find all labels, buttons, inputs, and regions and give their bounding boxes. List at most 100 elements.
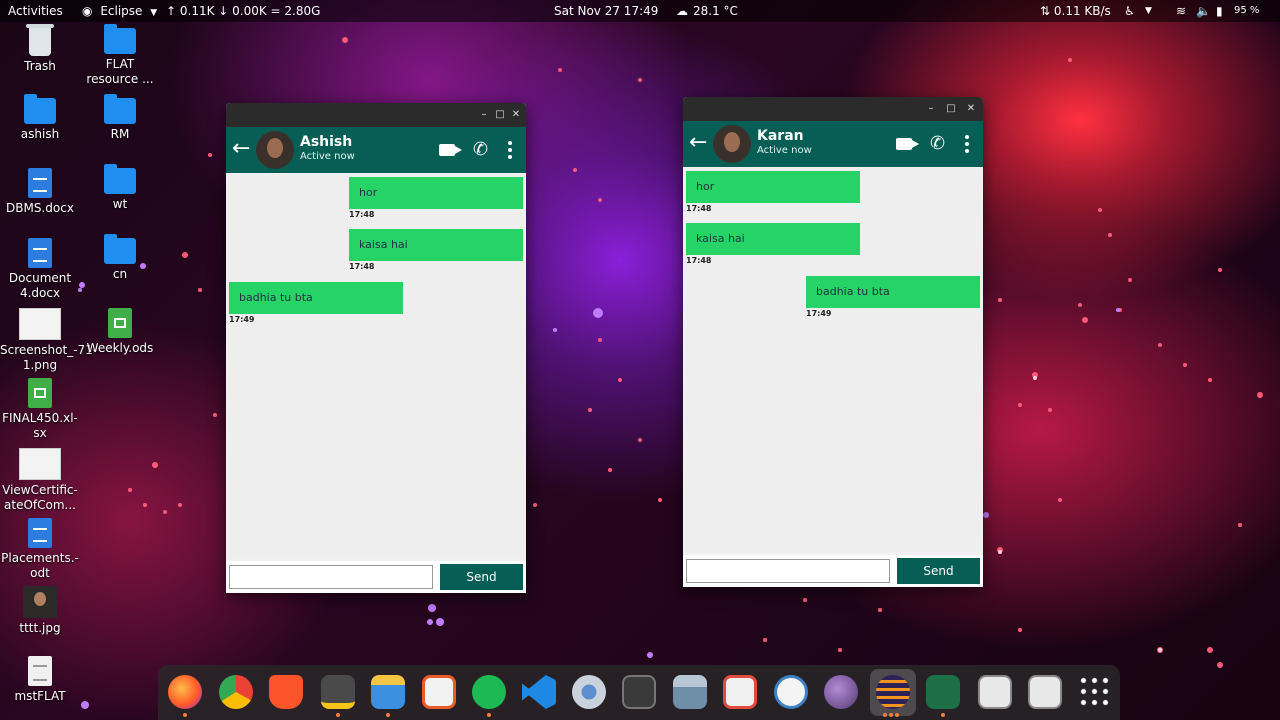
chat-header: ← Ashish Active now ✆ (226, 127, 526, 173)
back-arrow-icon[interactable]: ← (232, 136, 250, 162)
desktop-icon-screenshot[interactable]: Screenshot_-71-1.png (0, 308, 97, 373)
more-options-icon[interactable] (965, 135, 969, 157)
desktop-icon-certificate[interactable]: ViewCertific-ateOfCom... (0, 448, 80, 513)
chat-header: ← Karan Active now ✆ (683, 121, 983, 167)
activities-button[interactable]: Activities (8, 0, 63, 22)
window-titlebar[interactable]: – □ ✕ (683, 97, 983, 121)
desktop-icon-tttt[interactable]: tttt.jpg (0, 586, 80, 636)
window-titlebar[interactable]: – □ ✕ (226, 103, 526, 127)
message-input[interactable] (229, 565, 433, 589)
drive-icon[interactable] (978, 675, 1012, 709)
avatar[interactable] (713, 125, 751, 163)
accessibility-icon[interactable]: ♿ (1124, 0, 1135, 22)
android-studio-icon[interactable] (774, 675, 808, 709)
spreadsheet-icon (28, 378, 52, 408)
desktop-icon-flat[interactable]: FLAT resource ... (80, 24, 160, 87)
phone-icon[interactable]: ✆ (473, 139, 488, 161)
send-button[interactable]: Send (897, 558, 980, 584)
bug-icon[interactable] (824, 675, 858, 709)
battery-icon[interactable]: ▮ (1216, 0, 1223, 22)
running-indicator (487, 713, 491, 717)
document-icon (28, 238, 52, 268)
app-grid-icon[interactable] (1078, 675, 1112, 709)
clock[interactable]: Sat Nov 27 17:49 (554, 0, 658, 22)
message-bubble: hor (349, 177, 523, 209)
screenshot-tool-icon[interactable] (723, 675, 757, 709)
desktop-icon-mstflat[interactable]: mstFLAT (0, 656, 80, 704)
desktop-icon-weekly[interactable]: Weekly.ods (80, 308, 160, 356)
desktop-icon-trash[interactable]: Trash (0, 24, 80, 74)
desktop-icon-label: FINAL450.xl-sx (2, 411, 78, 440)
vscode-icon[interactable] (522, 675, 556, 709)
terminal-icon[interactable] (622, 675, 656, 709)
phone-icon[interactable]: ✆ (930, 133, 945, 155)
avatar[interactable] (256, 131, 294, 169)
desktop-icon-label: mstFLAT (14, 689, 66, 703)
video-call-icon[interactable] (439, 144, 455, 156)
message-item: hor 17:48 (686, 171, 860, 213)
image-thumbnail-icon (19, 448, 61, 480)
desktop-icon-ashish[interactable]: ashish (0, 94, 80, 142)
desktop-icon-placements[interactable]: Placements.-odt (0, 518, 80, 581)
drive-icon[interactable] (1028, 675, 1062, 709)
desktop-icon-wt[interactable]: wt (80, 164, 160, 212)
message-item: kaisa hai 17:48 (686, 223, 860, 265)
weather-label[interactable]: 28.1 °C (693, 0, 738, 22)
top-bar: Activities ◉ Eclipse ▼ ↑ 0.11K ↓ 0.00K =… (0, 0, 1280, 22)
running-indicator (883, 713, 887, 717)
files-icon[interactable] (371, 675, 405, 709)
desktop-icon-label: Document 4.docx (8, 271, 72, 300)
chevron-down-icon[interactable]: ▼ (1145, 0, 1152, 22)
excel-icon[interactable] (926, 675, 960, 709)
running-indicator (941, 713, 945, 717)
close-icon[interactable]: ✕ (508, 107, 524, 123)
netspeed-indicator[interactable]: ↑ 0.11K ↓ 0.00K = 2.80G (166, 0, 320, 22)
image-thumbnail-icon (19, 308, 61, 340)
back-arrow-icon[interactable]: ← (689, 130, 707, 156)
desktop-icon-cn[interactable]: cn (80, 234, 160, 282)
desktop-icon-final450[interactable]: FINAL450.xl-sx (0, 378, 80, 441)
minimize-icon[interactable]: – (476, 107, 492, 123)
calculator-icon[interactable] (673, 675, 707, 709)
desktop-icon-label: Weekly.ods (86, 341, 154, 355)
eclipse-icon[interactable] (876, 675, 910, 709)
net-rate-indicator[interactable]: ⇅ 0.11 KB/s (1040, 0, 1111, 22)
desktop-icon-rm[interactable]: RM (80, 94, 160, 142)
chat-window-ashish: – □ ✕ ← Ashish Active now ✆ hor 17:48 ka… (226, 103, 526, 593)
maximize-icon[interactable]: □ (943, 101, 959, 117)
minimize-icon[interactable]: – (923, 101, 939, 117)
software-store-icon[interactable] (422, 675, 456, 709)
desktop-icon-label: cn (112, 267, 128, 281)
desktop-icon-dbms[interactable]: DBMS.docx (0, 168, 80, 216)
firefox-icon[interactable] (168, 675, 202, 709)
trash-icon (26, 24, 54, 56)
app-menu[interactable]: ◉ Eclipse ▼ (82, 0, 157, 24)
notes-icon[interactable] (321, 675, 355, 709)
message-time: 17:49 (229, 315, 255, 324)
desktop-icon-label: Placements.-odt (1, 551, 79, 580)
message-time: 17:48 (349, 262, 375, 271)
eclipse-app-icon: ◉ (82, 4, 93, 18)
chat-window-karan: – □ ✕ ← Karan Active now ✆ hor 17:48 kai… (683, 97, 983, 587)
desktop-icon-document4[interactable]: Document 4.docx (0, 238, 80, 301)
chrome-icon[interactable] (219, 675, 253, 709)
message-bubble: badhia tu bta (229, 282, 403, 314)
spotify-icon[interactable] (472, 675, 506, 709)
settings-icon[interactable] (572, 675, 606, 709)
message-item: badhia tu bta 17:49 (806, 276, 980, 318)
contact-status: Active now (300, 151, 355, 162)
desktop-icon-label: tttt.jpg (19, 621, 61, 635)
brave-icon[interactable] (269, 675, 303, 709)
message-item: kaisa hai 17:48 (349, 229, 523, 271)
more-options-icon[interactable] (508, 141, 512, 163)
desktop-icon-label: Trash (24, 59, 56, 73)
maximize-icon[interactable]: □ (492, 107, 508, 123)
message-time: 17:48 (349, 210, 375, 219)
message-input[interactable] (686, 559, 890, 583)
send-button[interactable]: Send (440, 564, 523, 590)
wallpaper-sparkles (78, 37, 1263, 709)
wifi-icon[interactable]: ≋ (1176, 0, 1186, 22)
close-icon[interactable]: ✕ (963, 101, 979, 117)
volume-icon[interactable]: 🔈 (1196, 0, 1211, 22)
video-call-icon[interactable] (896, 138, 912, 150)
